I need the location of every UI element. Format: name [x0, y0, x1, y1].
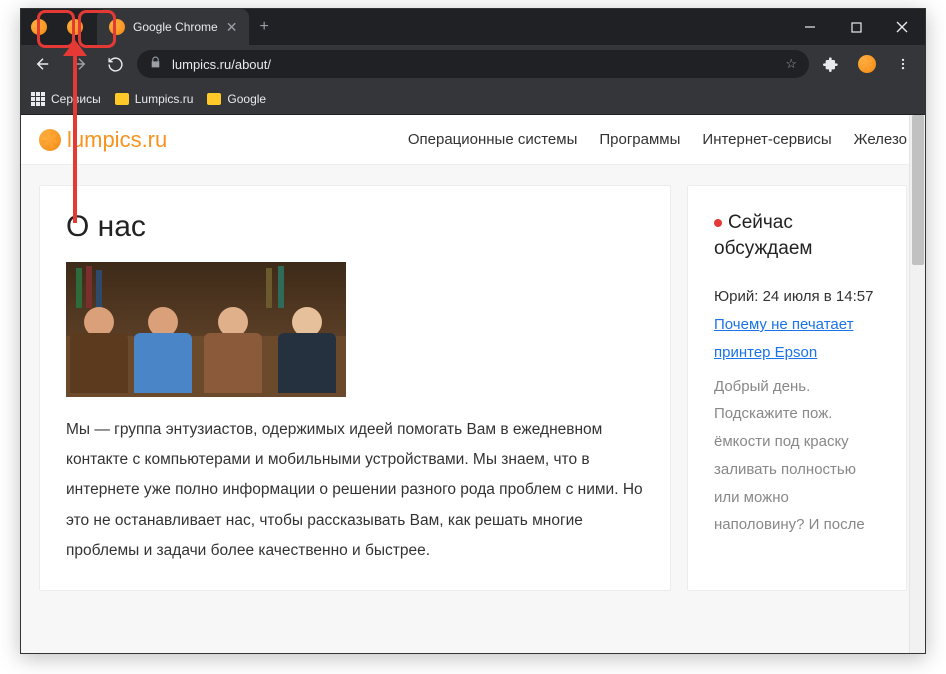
pinned-tab-2[interactable] [57, 9, 93, 45]
nav-link[interactable]: Программы [599, 131, 680, 148]
site-logo[interactable]: lumpics.ru [39, 127, 167, 153]
menu-button[interactable] [889, 50, 917, 78]
scrollbar-thumb[interactable] [912, 115, 924, 265]
widget-heading: Сейчас обсуждаем [714, 210, 880, 261]
profile-avatar-icon [858, 55, 876, 73]
lumpics-logo-icon [39, 129, 61, 151]
close-tab-icon[interactable]: ✕ [226, 19, 238, 36]
apps-label: Сервисы [51, 92, 101, 106]
toolbar: lumpics.ru/about/ ☆ [21, 45, 925, 83]
pinned-tab-1[interactable] [21, 9, 57, 45]
page-title: О нас [66, 210, 644, 244]
lock-icon [149, 56, 162, 72]
lumpics-favicon-icon [67, 19, 83, 35]
comment-author: Юрий: [714, 288, 758, 305]
lumpics-favicon-icon [109, 19, 125, 35]
minimize-button[interactable] [787, 9, 833, 45]
bookmark-label: Google [227, 92, 266, 106]
widget-heading-text: Сейчас обсуждаем [714, 212, 812, 259]
scrollbar[interactable] [909, 115, 925, 653]
folder-icon [115, 93, 129, 105]
maximize-button[interactable] [833, 9, 879, 45]
bookmark-star-icon[interactable]: ☆ [785, 56, 797, 72]
back-button[interactable] [29, 50, 57, 78]
nav-link[interactable]: Интернет-сервисы [702, 131, 831, 148]
browser-window: Google Chrome ✕ + lumpics.ru/about/ ☆ Се… [20, 8, 926, 654]
team-photo [66, 262, 346, 397]
active-tab[interactable]: Google Chrome ✕ [97, 9, 249, 45]
main-article: О нас Мы — группа энтузиастов, одержимых… [39, 185, 671, 591]
url-text: lumpics.ru/about/ [172, 57, 271, 72]
apps-shortcut[interactable]: Сервисы [31, 92, 101, 106]
logo-text: lumpics.ru [67, 127, 167, 153]
title-bar: Google Chrome ✕ + [21, 9, 925, 45]
bookmark-label: Lumpics.ru [135, 92, 194, 106]
forward-button[interactable] [65, 50, 93, 78]
site-nav: Операционные системы Программы Интернет-… [408, 131, 907, 148]
comment-time: 24 июля в 14:57 [763, 288, 874, 305]
comment-meta: Юрий: 24 июля в 14:57 Почему не печатает… [714, 283, 880, 366]
folder-icon [207, 93, 221, 105]
bookmarks-bar: Сервисы Lumpics.ru Google [21, 83, 925, 115]
reload-button[interactable] [101, 50, 129, 78]
site-header: lumpics.ru Операционные системы Программ… [21, 115, 925, 165]
bookmark-item[interactable]: Google [207, 92, 266, 106]
pinned-tabs-group [21, 9, 93, 45]
columns: О нас Мы — группа энтузиастов, одержимых… [21, 165, 925, 611]
nav-link[interactable]: Операционные системы [408, 131, 578, 148]
close-window-button[interactable] [879, 9, 925, 45]
comment-body: Добрый день. Подскажите пож. ёмкости под… [714, 373, 880, 540]
article-paragraph: Мы — группа энтузиастов, одержимых идеей… [66, 415, 644, 566]
sidebar-widget: Сейчас обсуждаем Юрий: 24 июля в 14:57 П… [687, 185, 907, 591]
tab-title: Google Chrome [133, 20, 218, 34]
page-content: lumpics.ru Операционные системы Программ… [21, 115, 925, 653]
lumpics-favicon-icon [31, 19, 47, 35]
extensions-button[interactable] [817, 50, 845, 78]
new-tab-button[interactable]: + [249, 9, 278, 45]
bookmark-item[interactable]: Lumpics.ru [115, 92, 194, 106]
live-dot-icon [714, 219, 722, 227]
window-controls [787, 9, 925, 45]
comment-link[interactable]: Почему не печатает принтер Epson [714, 316, 853, 361]
address-bar[interactable]: lumpics.ru/about/ ☆ [137, 50, 809, 78]
profile-button[interactable] [853, 50, 881, 78]
apps-grid-icon [31, 92, 45, 106]
nav-link[interactable]: Железо [854, 131, 907, 148]
